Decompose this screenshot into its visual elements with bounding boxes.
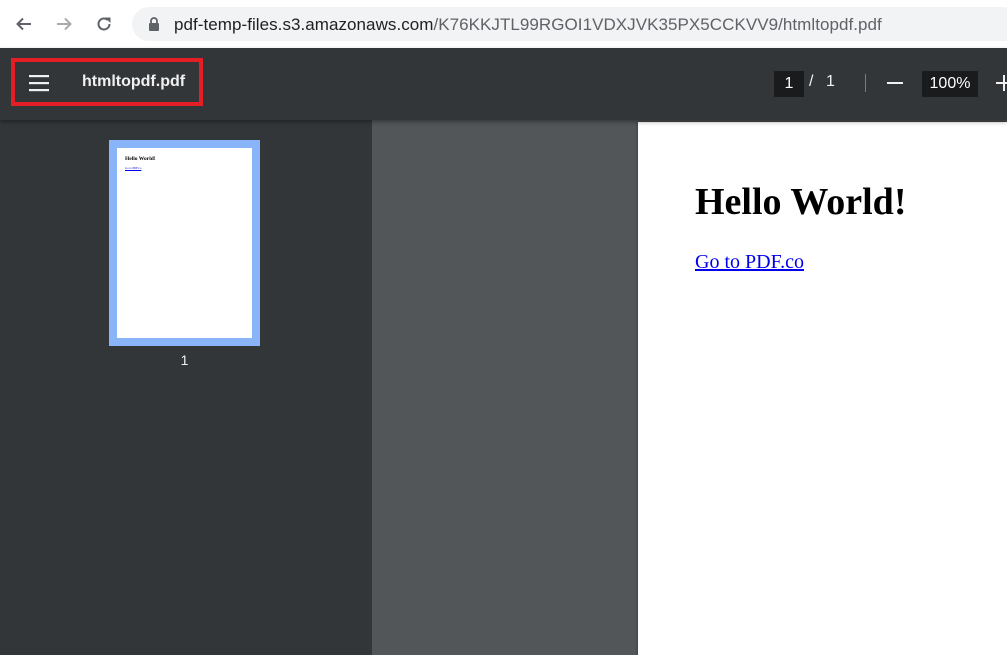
pdf-page: Hello World! Go to PDF.co <box>638 122 1007 655</box>
document-viewer: Hello World! Go to PDF.co <box>372 120 1007 655</box>
page-thumbnail[interactable]: Hello World! Go to PDF.co <box>109 140 260 346</box>
toolbar-divider <box>865 74 866 92</box>
thumbnail-page: Hello World! Go to PDF.co <box>117 148 252 338</box>
zoom-in-button[interactable] <box>992 69 1007 97</box>
reload-button[interactable] <box>90 10 118 38</box>
pdf-toolbar: htmltopdf.pdf 1 / 1 100% <box>0 48 1007 120</box>
hamburger-menu-icon <box>29 75 49 92</box>
url-path: /K76KKJTL99RGOI1VDXJVK35PX5CCKVV9/htmlto… <box>433 15 882 34</box>
thumbnail-sidebar: Hello World! Go to PDF.co 1 <box>0 120 372 655</box>
lock-icon <box>149 17 159 31</box>
total-pages: 1 <box>826 73 835 90</box>
page-separator: / <box>809 73 814 90</box>
pdf-co-link[interactable]: Go to PDF.co <box>695 251 804 274</box>
minus-icon <box>887 82 903 84</box>
url-field[interactable]: pdf-temp-files.s3.amazonaws.com/K76KKJTL… <box>132 7 1007 41</box>
arrow-right-icon <box>57 17 72 31</box>
thumbnail-page-number: 1 <box>180 352 189 368</box>
thumbnail-link: Go to PDF.co <box>125 166 142 170</box>
zoom-level-input[interactable]: 100% <box>922 71 978 97</box>
thumbnail-heading: Hello World! <box>125 156 156 162</box>
zoom-out-button[interactable] <box>883 69 907 97</box>
plus-icon <box>996 75 1007 91</box>
current-page-input[interactable]: 1 <box>774 71 804 97</box>
forward-button[interactable] <box>50 10 78 38</box>
url-host: pdf-temp-files.s3.amazonaws.com <box>174 15 434 34</box>
back-button[interactable] <box>10 10 38 38</box>
browser-address-bar: pdf-temp-files.s3.amazonaws.com/K76KKJTL… <box>0 0 1007 48</box>
menu-button[interactable] <box>25 69 53 97</box>
document-heading: Hello World! <box>695 181 907 223</box>
document-title: htmltopdf.pdf <box>82 73 186 90</box>
arrow-left-icon <box>16 17 31 31</box>
url-text: pdf-temp-files.s3.amazonaws.com/K76KKJTL… <box>174 15 882 35</box>
reload-icon <box>97 17 111 31</box>
